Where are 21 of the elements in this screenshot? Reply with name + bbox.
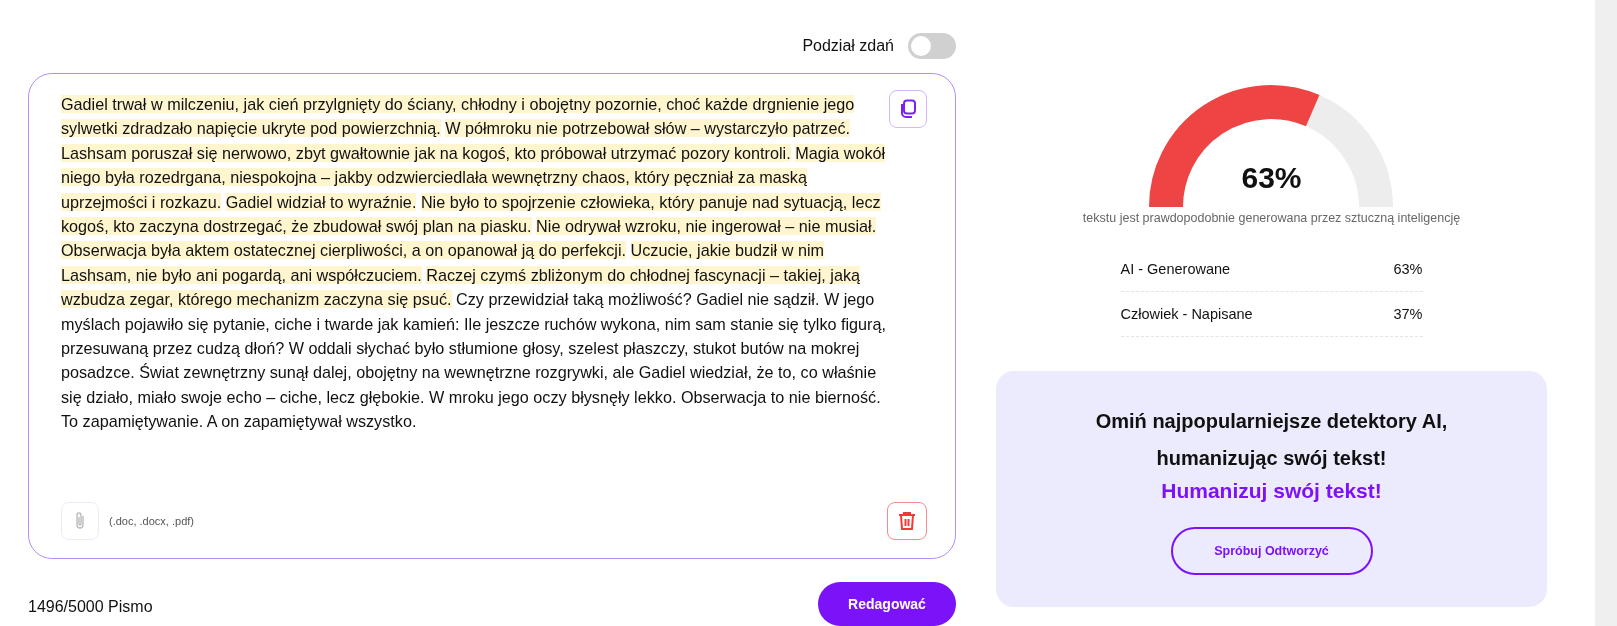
toggle-switch[interactable] [908,32,956,59]
text-editor[interactable] [28,73,956,559]
copy-button[interactable] [889,90,927,128]
file-types-hint: (.doc, .docx, .pdf) [109,515,195,527]
editor-text: Gadiel trwał w milczeniu, jak cień przylgnięty do ściany, chłodny i obojętny pozornie, choć każde drgnienie jego sylwetki zdradzało napięcie ukryte pod powierzchnią. W półmroku nie potrzebował słów – wystarczyło patrzeć. Lashsam poruszał się nerwowo, zbyt gwałtownie jak na kogoś, kto próbował utrzymać pozory kontroli. Magia wokół niego była rozedrgana, niespokojna – jakby odzwierciedlała wewnętrzny chaos, który pęczniał za maską uprzejmości i rozkazu. Gadiel widział to wyraźnie. Nie było to spojrzenie człowieka, który panuje nad sytuacją, lecz kogoś, kto zaczyna dostrzegać, że zbudował swój plan na piasku. Nie odrywał wzroku, nie ingerował – nie musiał. Obserwacja była aktem ostatecznej cierpliwości, a on opanował ją do perfekcji. Uczucie, jakie budził w nim Lashsam, nie było ani pogardą, ani współczuciem. Raczej czymś zbliżonym do chłodnej fascynacji – takiej, jaką wzbudza zegar, którego mechanizm zaczyna się psuć. Czy przewidział taką możliwość? Gadiel nie sądził. W jego myślach pojawiło się pytanie, ciche i twarde jak kamień: Ile jeszcze ruchów wykona, nim sam stanie się tylko figurą, przesuwaną przez cudzą dłoń? W oddali słychać było stłumione głosy, szelest płaszczy, stukot butów na mokrej posadzce. Świat zewnętrzny sunął dalej, obojętny na wewnętrzne rozgrywki, ale Gadiel wiedział, że to, co właśnie się działo, miało swoje echo – ciche, lecz głębokie. W mroku jego oczy błysnęły lekko. Obserwacja to nie bierność. To zapamiętywanie. A on zapamiętywał wszystko. [61,94,887,433]
submit-button[interactable]: Redagować [818,582,956,626]
row-value: 63% [1393,261,1423,277]
score-percent: 63% [1241,161,1302,195]
row-label: Człowiek - Napisane [1120,306,1253,322]
row-label: AI - Generowane [1120,261,1231,277]
delete-button[interactable] [887,502,927,540]
character-counter: 1496/5000 Pismo [28,598,153,616]
toggle-label: Podział zdań [802,36,894,55]
promo-highlight: Humanizuj swój tekst! [1161,479,1382,503]
promo-heading: Omiń najpopularniejsze detektory AI, humanizując swój tekst! [1094,409,1449,471]
try-button[interactable]: Spróbuj Odtworzyć [1170,527,1373,575]
score-caption: tekstu jest prawdopodobnie generowana przez sztuczną inteligencję [1082,211,1461,225]
paperclip-icon [74,511,86,531]
trash-icon [898,511,916,531]
row-value: 37% [1393,306,1423,322]
copy-icon [899,99,917,119]
